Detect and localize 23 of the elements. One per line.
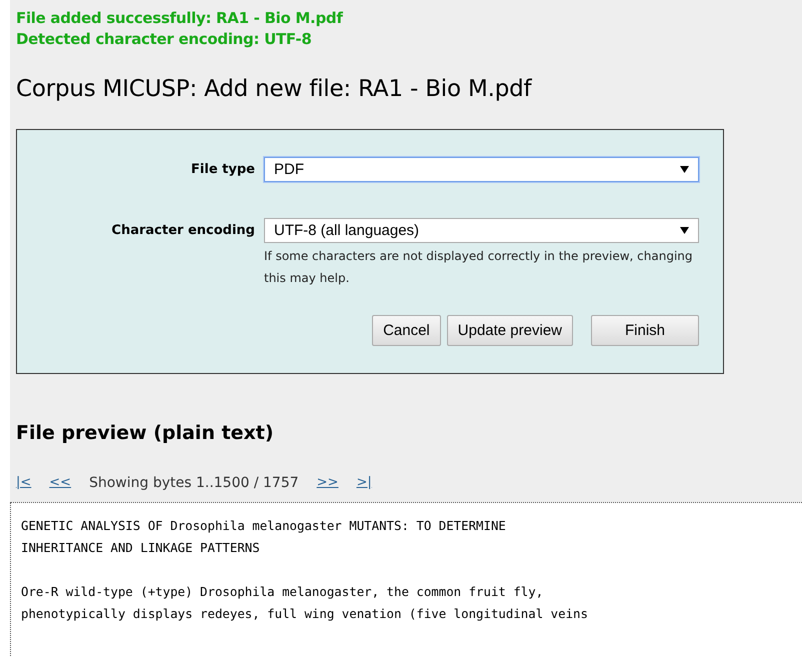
dropdown[interactable]: PDF: [264, 157, 699, 182]
form-button[interactable]: Finish: [591, 315, 699, 346]
preview-line: GENETIC ANALYSIS OF Drosophila melanogaster MUTANTS: TO DETERMINE: [21, 517, 507, 535]
preview-line: Ore-R wild-type (+type) Drosophila melanogaster, the common fruit fly,: [21, 583, 544, 601]
success-message: File added successfully: RA1 - Bio M.pdf: [16, 8, 344, 29]
form-button[interactable]: Cancel: [372, 315, 441, 346]
field-label: Character encoding: [110, 222, 256, 240]
section-heading: File preview (plain text): [16, 421, 275, 446]
next-page-link[interactable]: >>: [316, 474, 338, 492]
field-label: File type: [190, 161, 256, 179]
success-message: Detected character encoding: UTF-8: [16, 29, 312, 50]
preview-line: phenotypically displays redeyes, full wing venation (five longitudinal veins: [21, 605, 589, 623]
dropdown[interactable]: UTF-8 (all languages): [264, 218, 699, 243]
first-page-link[interactable]: |<: [16, 474, 32, 492]
last-page-link[interactable]: >|: [356, 474, 372, 492]
help-text: If some characters are not displayed correctly in the preview, changing this may help.: [264, 248, 694, 287]
byte-range-text: Showing bytes 1..1500 / 1757: [89, 474, 299, 492]
caret-icon: [680, 227, 689, 234]
preview-line: INHERITANCE AND LINKAGE PATTERNS: [21, 539, 261, 557]
form-button[interactable]: Update preview: [446, 315, 573, 346]
page-title: Corpus MICUSP: Add new file: RA1 - Bio M.pdf: [16, 75, 533, 104]
previous-page-link[interactable]: <<: [49, 474, 72, 492]
caret-icon: [680, 166, 689, 173]
